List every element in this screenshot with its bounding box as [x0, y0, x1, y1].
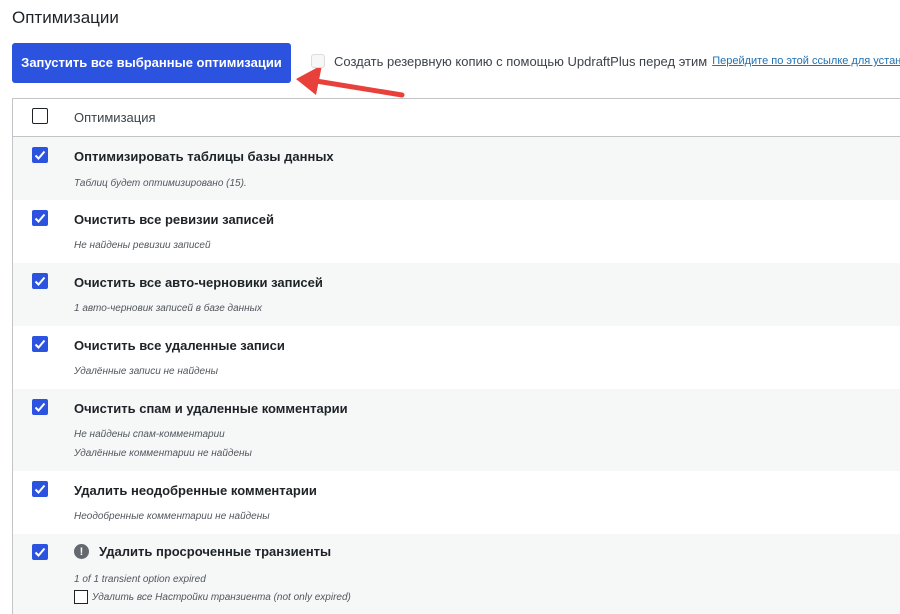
- row-note: 1 of 1 transient option expired: [74, 574, 206, 585]
- backup-settings-link[interactable]: Перейдите по этой ссылке для устан: [712, 55, 900, 67]
- backup-checkbox[interactable]: [311, 54, 325, 68]
- row-checkbox[interactable]: [32, 481, 48, 497]
- table-row: Оптимизировать таблицы базы данных Табли…: [13, 137, 900, 200]
- row-title: ! Удалить просроченные транзиенты: [74, 544, 331, 559]
- page-title: Оптимизации: [12, 8, 119, 27]
- row-checkbox[interactable]: [32, 273, 48, 289]
- row-title: Очистить все ревизии записей: [74, 212, 274, 227]
- sub-option-label: Удалить все Настройки транзиента (not on…: [92, 591, 351, 603]
- run-all-optimizations-button[interactable]: Запустить все выбранные оптимизации: [12, 43, 291, 83]
- sub-option-checkbox[interactable]: [74, 590, 88, 604]
- backup-label: Создать резервную копию с помощью Updraf…: [334, 53, 708, 69]
- table-row: ! Удалить просроченные транзиенты 1 of 1…: [13, 534, 900, 614]
- row-note: Неодобренные комментарии не найдены: [74, 511, 270, 522]
- warning-icon: !: [74, 544, 89, 559]
- row-title: Оптимизировать таблицы базы данных: [74, 149, 334, 164]
- sub-option: Удалить все Настройки транзиента (not on…: [74, 590, 351, 604]
- row-note: Таблиц будет оптимизировано (15).: [74, 178, 247, 189]
- table-row: Очистить все удаленные записи Удалённые …: [13, 326, 900, 389]
- row-title: Очистить все удаленные записи: [74, 338, 285, 353]
- table-row: Очистить все авто-черновики записей 1 ав…: [13, 263, 900, 326]
- backup-option: Создать резервную копию с помощью Updraf…: [311, 51, 900, 71]
- row-note: Не найдены ревизии записей: [74, 240, 211, 251]
- row-title: Очистить все авто-черновики записей: [74, 275, 323, 290]
- row-note: Не найдены спам-комментарии: [74, 429, 225, 440]
- row-checkbox[interactable]: [32, 544, 48, 560]
- row-note: Удалённые записи не найдены: [74, 366, 218, 377]
- row-checkbox[interactable]: [32, 147, 48, 163]
- table-row: Очистить все ревизии записей Не найдены …: [13, 200, 900, 263]
- row-checkbox[interactable]: [32, 399, 48, 415]
- row-note: Удалённые комментарии не найдены: [74, 448, 252, 459]
- row-checkbox[interactable]: [32, 336, 48, 352]
- table-row: Удалить неодобренные комментарии Неодобр…: [13, 471, 900, 534]
- optimizations-table: Оптимизация Оптимизировать таблицы базы …: [12, 98, 900, 614]
- table-row: Очистить спам и удаленные комментарии Не…: [13, 389, 900, 471]
- row-note: 1 авто-черновик записей в базе данных: [74, 303, 263, 314]
- table-header: Оптимизация: [13, 99, 900, 137]
- column-header-optimization: Оптимизация: [74, 110, 156, 125]
- row-title: Очистить спам и удаленные комментарии: [74, 401, 348, 416]
- row-title-text: Удалить просроченные транзиенты: [99, 544, 332, 559]
- select-all-checkbox[interactable]: [32, 108, 48, 124]
- row-title: Удалить неодобренные комментарии: [74, 483, 317, 498]
- row-checkbox[interactable]: [32, 210, 48, 226]
